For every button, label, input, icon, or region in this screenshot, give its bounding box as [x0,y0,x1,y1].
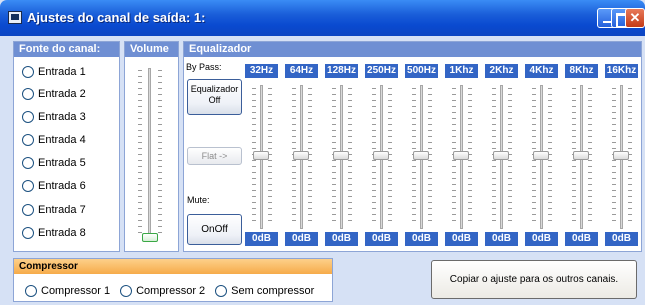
source-input-3[interactable]: Entrada 3 [22,109,86,125]
window-title: Ajustes do canal de saída: 1: [27,10,206,25]
band-gain-label: 0dB [405,232,438,246]
band-gain-label: 0dB [285,232,318,246]
band-slider-thumb[interactable] [333,151,349,160]
source-input-2[interactable]: Entrada 2 [22,86,86,102]
band-frequency-label: 64Hz [285,64,318,78]
equalizer-button-line1: Equalizador [190,84,239,94]
source-input-7[interactable]: Entrada 7 [22,202,86,218]
volume-slider-track[interactable] [148,68,151,238]
close-button[interactable]: ✕ [625,8,645,28]
mute-label: Mute: [187,195,210,205]
band-gain-label: 0dB [525,232,558,246]
band-frequency-label: 16Khz [605,64,638,78]
band-gain-label: 0dB [245,232,278,246]
source-input-5[interactable]: Entrada 5 [22,155,86,171]
band-slider-thumb[interactable] [293,151,309,160]
source-panel: Fonte do canal: Entrada 1 Entrada 2 Entr… [13,41,120,252]
band-frequency-label: 1Khz [445,64,478,78]
radio-icon[interactable] [22,88,34,100]
band-frequency-label: 32Hz [245,64,278,78]
band-frequency-label: 250Hz [365,64,398,78]
bypass-label: By Pass: [186,62,222,72]
radio-icon[interactable] [22,204,34,216]
copy-settings-button[interactable]: Copiar o ajuste para os outros canais. [431,260,637,299]
band-slider-thumb[interactable] [493,151,509,160]
flat-button[interactable]: Flat -> [187,147,242,165]
radio-icon[interactable] [22,66,34,78]
radio-icon[interactable] [22,157,34,169]
band-gain-label: 0dB [565,232,598,246]
band-frequency-label: 4Khz [525,64,558,78]
compressor-options: Compressor 1 Compressor 2 Sem compressor [25,285,314,297]
equalizer-button-line2: Off [208,95,221,105]
title-bar: Ajustes do canal de saída: 1: ✕ [0,0,645,36]
radio-icon[interactable] [22,134,34,146]
band-frequency-label: 128Hz [325,64,358,78]
radio-icon[interactable] [22,180,34,192]
compressor-option-label: Sem compressor [231,285,315,297]
band-gain-label: 0dB [325,232,358,246]
volume-ticks-right [158,70,162,238]
compressor-option-1[interactable]: Compressor 1 [25,285,110,297]
band-slider-thumb[interactable] [533,151,549,160]
radio-icon[interactable] [22,227,34,239]
source-input-4[interactable]: Entrada 4 [22,132,86,148]
volume-slider-thumb[interactable] [142,233,158,242]
band-gain-label: 0dB [485,232,518,246]
volume-panel-heading: Volume [125,42,178,57]
compressor-option-2[interactable]: Compressor 2 [120,285,205,297]
source-input-label: Entrada 1 [38,66,86,78]
band-slider-thumb[interactable] [373,151,389,160]
compressor-option-label: Compressor 1 [41,285,111,297]
volume-panel: Volume [124,41,179,252]
source-input-label: Entrada 5 [38,157,86,169]
band-slider-thumb[interactable] [253,151,269,160]
app-icon [8,11,22,24]
source-input-label: Entrada 6 [38,180,86,192]
band-frequency-label: 2Khz [485,64,518,78]
band-frequency-label: 500Hz [405,64,438,78]
source-input-label: Entrada 8 [38,227,86,239]
source-input-label: Entrada 2 [38,88,86,100]
radio-icon[interactable] [215,285,228,297]
equalizer-bypass-button[interactable]: Equalizador Off [187,79,242,115]
volume-ticks-left [138,70,142,238]
compressor-option-none[interactable]: Sem compressor [215,285,314,297]
band-slider-thumb[interactable] [453,151,469,160]
band-slider-thumb[interactable] [613,151,629,160]
source-input-label: Entrada 3 [38,111,86,123]
compressor-heading: Compressor [14,259,332,274]
band-gain-label: 0dB [605,232,638,246]
source-input-6[interactable]: Entrada 6 [22,178,86,194]
band-frequency-label: 8Khz [565,64,598,78]
equalizer-panel-heading: Equalizador [184,42,641,57]
source-input-8[interactable]: Entrada 8 [22,225,86,241]
source-input-label: Entrada 7 [38,204,86,216]
radio-icon[interactable] [120,285,133,297]
radio-icon[interactable] [22,111,34,123]
band-gain-label: 0dB [445,232,478,246]
band-slider-thumb[interactable] [413,151,429,160]
band-gain-label: 0dB [365,232,398,246]
onoff-button[interactable]: OnOff [187,214,242,245]
close-icon: ✕ [629,10,641,25]
compressor-option-label: Compressor 2 [136,285,206,297]
compressor-panel: Compressor Compressor 1 Compressor 2 Sem… [13,258,333,302]
radio-icon[interactable] [25,285,37,297]
source-input-1[interactable]: Entrada 1 [22,64,86,80]
source-input-label: Entrada 4 [38,134,86,146]
band-slider-thumb[interactable] [573,151,589,160]
source-panel-heading: Fonte do canal: [14,42,119,57]
